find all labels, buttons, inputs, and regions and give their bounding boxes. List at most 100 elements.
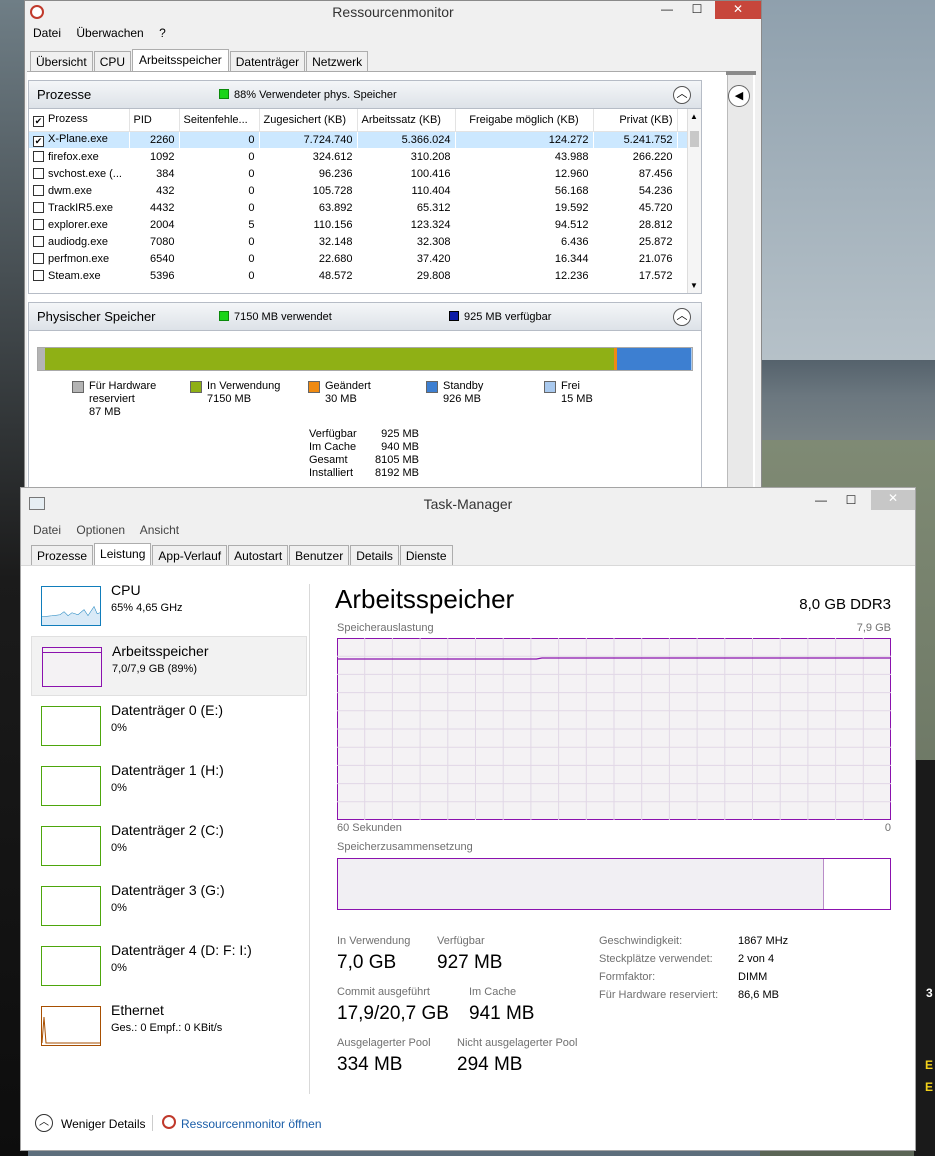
paged-pool-value: 334 MB — [337, 1054, 403, 1075]
table-row[interactable]: audiodg.exe 7080 0 32.148 32.308 6.436 25.872 — [29, 233, 701, 250]
available-value: 927 MB — [437, 952, 503, 973]
tab-startup[interactable]: Autostart — [228, 545, 289, 565]
row-checkbox[interactable] — [33, 252, 44, 264]
col-private[interactable]: Privat (KB) — [593, 109, 678, 132]
col-faults[interactable]: Seitenfehle... — [179, 109, 260, 132]
col-process[interactable]: ✔ Prozess — [29, 109, 130, 132]
table-row[interactable]: explorer.exe 2004 5 110.156 123.324 94.512 28.… — [29, 216, 701, 233]
fewer-details-link[interactable]: Weniger Details — [61, 1117, 145, 1131]
tab-details[interactable]: Details — [350, 545, 399, 565]
tab-users[interactable]: Benutzer — [289, 545, 350, 565]
cache-label: Im Cache — [469, 986, 517, 998]
chevron-up-icon[interactable]: ︿ — [35, 1114, 53, 1132]
close-button[interactable]: ✕ — [715, 1, 761, 19]
tab-performance[interactable]: Leistung — [94, 543, 152, 565]
menu-bar: Datei Überwachen ? — [25, 23, 761, 43]
row-checkbox[interactable] — [33, 218, 44, 230]
process-name-cell: TrackIR5.exe — [29, 199, 129, 216]
physical-memory-header[interactable]: Physischer Speicher 7150 MB verwendet 92… — [29, 303, 701, 331]
row-checkbox[interactable] — [33, 184, 44, 196]
row-checkbox[interactable]: ✔ — [33, 135, 44, 147]
process-scrollbar[interactable]: ▲ ▼ — [687, 109, 701, 293]
process-pid-cell: 384 — [156, 167, 175, 180]
close-button[interactable]: ✕ — [871, 490, 915, 510]
row-checkbox[interactable] — [33, 150, 44, 162]
processes-header[interactable]: Prozesse 88% Verwendeter phys. Speicher … — [29, 81, 701, 109]
sidebar-item-disk-1[interactable]: Datenträger 1 (H:) 0% — [31, 756, 307, 816]
table-row[interactable]: TrackIR5.exe 4432 0 63.892 65.312 19.592 45.72… — [29, 199, 701, 216]
legend-swatch — [544, 381, 556, 393]
process-share-cell: 43.988 — [554, 150, 589, 163]
table-row[interactable]: ✔ X-Plane.exe 2260 0 7.724.740 5.366.024 124.2… — [29, 131, 701, 148]
menu-ueberwachen[interactable]: Überwachen — [76, 26, 143, 40]
select-all-checkbox[interactable]: ✔ — [33, 115, 44, 127]
available-indicator-icon — [449, 311, 459, 321]
row-checkbox[interactable] — [33, 167, 44, 179]
sidebar-name: CPU — [111, 582, 141, 598]
col-commit[interactable]: Zugesichert (KB) — [259, 109, 358, 132]
process-priv-cell: 87.456 — [638, 167, 673, 180]
table-row[interactable]: firefox.exe 1092 0 324.612 310.208 43.988 266.… — [29, 148, 701, 165]
maximize-button[interactable]: ☐ — [837, 492, 865, 510]
tab-app-history[interactable]: App-Verlauf — [152, 545, 228, 565]
sidebar-item-ethernet[interactable]: Ethernet Ges.: 0 Empf.: 0 KBit/s — [31, 996, 307, 1056]
physical-memory-title: Physischer Speicher — [37, 309, 156, 324]
sidebar-item-disk-4[interactable]: Datenträger 4 (D: F: I:) 0% — [31, 936, 307, 996]
process-name-cell: ✔ X-Plane.exe — [29, 131, 129, 148]
tab-services[interactable]: Dienste — [399, 545, 453, 565]
menu-help[interactable]: ? — [159, 26, 166, 40]
collapse-icon[interactable]: ︿ — [673, 86, 691, 104]
table-row[interactable]: Steam.exe 5396 0 48.572 29.808 12.236 17.572 — [29, 267, 701, 284]
tab-overview[interactable]: Übersicht — [30, 51, 93, 71]
minimize-button[interactable]: — — [807, 492, 835, 510]
minimize-button[interactable]: — — [653, 1, 681, 19]
performance-sidebar: CPU 65% 4,65 GHz Arbeitsspeicher 7,0/7,9… — [21, 566, 317, 1106]
collapse-icon[interactable]: ︿ — [673, 308, 691, 326]
resource-monitor-icon — [30, 5, 44, 19]
toggle-side-pane-icon[interactable]: ◀ — [728, 85, 750, 107]
sidebar-item-disk-0[interactable]: Datenträger 0 (E:) 0% — [31, 696, 307, 756]
process-priv-cell: 21.076 — [638, 252, 673, 265]
row-checkbox[interactable] — [33, 235, 44, 247]
open-resource-monitor-link[interactable]: Ressourcenmonitor öffnen — [181, 1117, 322, 1131]
row-checkbox[interactable] — [33, 269, 44, 281]
menu-ansicht[interactable]: Ansicht — [140, 523, 179, 537]
table-row[interactable]: dwm.exe 432 0 105.728 110.404 56.168 54.236 — [29, 182, 701, 199]
row-checkbox[interactable] — [33, 201, 44, 213]
menu-bar: Datei Optionen Ansicht — [21, 520, 915, 540]
legend-label: In Verwendung — [207, 380, 281, 392]
process-pid-cell: 2260 — [129, 131, 179, 148]
processes-summary: 88% Verwendeter phys. Speicher — [234, 89, 397, 101]
col-pid[interactable]: PID — [129, 109, 180, 132]
sidebar-item-disk-2[interactable]: Datenträger 2 (C:) 0% — [31, 816, 307, 876]
maximize-button[interactable]: ☐ — [683, 1, 711, 19]
sidebar-item-cpu[interactable]: CPU 65% 4,65 GHz — [31, 576, 307, 636]
composition-in-use — [338, 859, 824, 909]
menu-optionen[interactable]: Optionen — [76, 523, 125, 537]
sidebar-item-memory[interactable]: Arbeitsspeicher 7,0/7,9 GB (89%) — [31, 636, 307, 696]
bar-segment-reserved — [38, 348, 46, 370]
process-name-cell: explorer.exe — [29, 216, 129, 233]
tab-network[interactable]: Netzwerk — [306, 51, 369, 71]
nonpaged-pool-value: 294 MB — [457, 1054, 523, 1075]
col-working-set[interactable]: Arbeitssatz (KB) — [357, 109, 456, 132]
legend-label: Standby — [443, 380, 484, 392]
bar-segment-free — [690, 348, 693, 370]
tab-memory[interactable]: Arbeitsspeicher — [132, 49, 229, 71]
table-row[interactable]: svchost.exe (... 384 0 96.236 100.416 12.960 8… — [29, 165, 701, 182]
process-pid-cell: 1092 — [150, 150, 175, 163]
menu-datei[interactable]: Datei — [33, 26, 61, 40]
menu-datei[interactable]: Datei — [33, 523, 61, 537]
tab-cpu[interactable]: CPU — [93, 51, 132, 71]
legend-swatch — [308, 381, 320, 393]
tab-processes[interactable]: Prozesse — [31, 545, 94, 565]
process-name-cell: firefox.exe — [29, 148, 129, 165]
col-shareable[interactable]: Freigabe möglich (KB) — [455, 109, 594, 132]
hud-text: E — [925, 1058, 934, 1072]
process-priv-cell: 25.872 — [638, 235, 673, 248]
tab-disk[interactable]: Datenträger — [229, 51, 306, 71]
table-row[interactable]: perfmon.exe 6540 0 22.680 37.420 16.344 21.076 — [29, 250, 701, 267]
process-faults-cell: 0 — [248, 269, 255, 282]
sidebar-item-disk-3[interactable]: Datenträger 3 (G:) 0% — [31, 876, 307, 936]
process-pid-cell: 4432 — [150, 201, 175, 214]
